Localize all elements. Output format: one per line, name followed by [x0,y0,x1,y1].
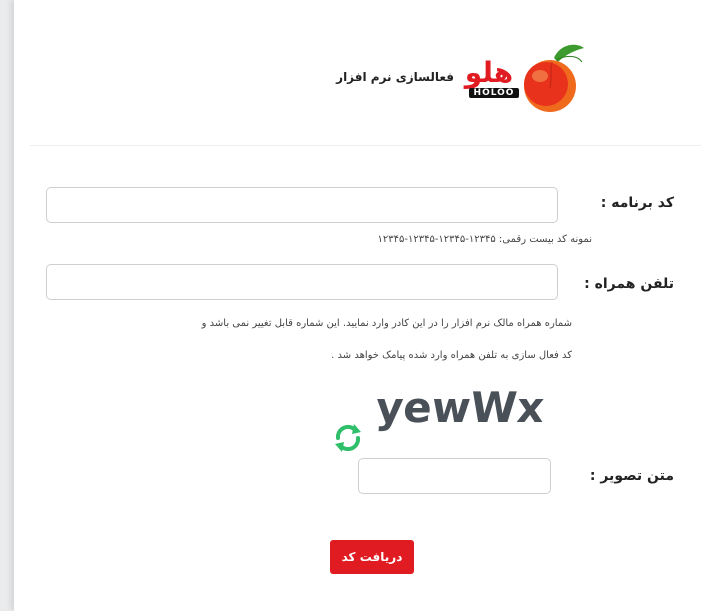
brand-tagline: فعالسازی نرم افزار [336,70,454,84]
brand-latin: HOLOO [469,88,519,98]
program-code-hint: نمونه کد بیست رقمی: ۱۲۳۴۵-۱۲۳۴۵-۱۲۳۴۵-۱۲… [377,234,592,245]
brand-logo: فعالسازی نرم افزار هلو HOLOO [314,40,594,120]
refresh-icon[interactable] [330,420,366,456]
captcha-image: yewWx [374,383,546,432]
activation-panel: فعالسازی نرم افزار هلو HOLOO کد برنامه :… [14,0,701,611]
mobile-input[interactable] [46,264,558,300]
peach-icon [524,44,584,112]
brand-name: هلو [464,56,514,89]
mobile-label: تلفن همراه : [584,276,674,292]
program-code-input[interactable] [46,187,558,223]
captcha-label: متن تصویر : [589,468,674,484]
mobile-hint-line2: کد فعال سازی به تلفن همراه وارد شده پیام… [331,350,572,361]
program-code-label: کد برنامه : [600,195,674,211]
get-code-button[interactable]: دریافت کد [330,540,414,574]
mobile-hint-line1: شماره همراه مالک نرم افزار را در این کاد… [201,318,572,329]
header-divider [30,145,701,146]
captcha-input[interactable] [358,458,551,494]
